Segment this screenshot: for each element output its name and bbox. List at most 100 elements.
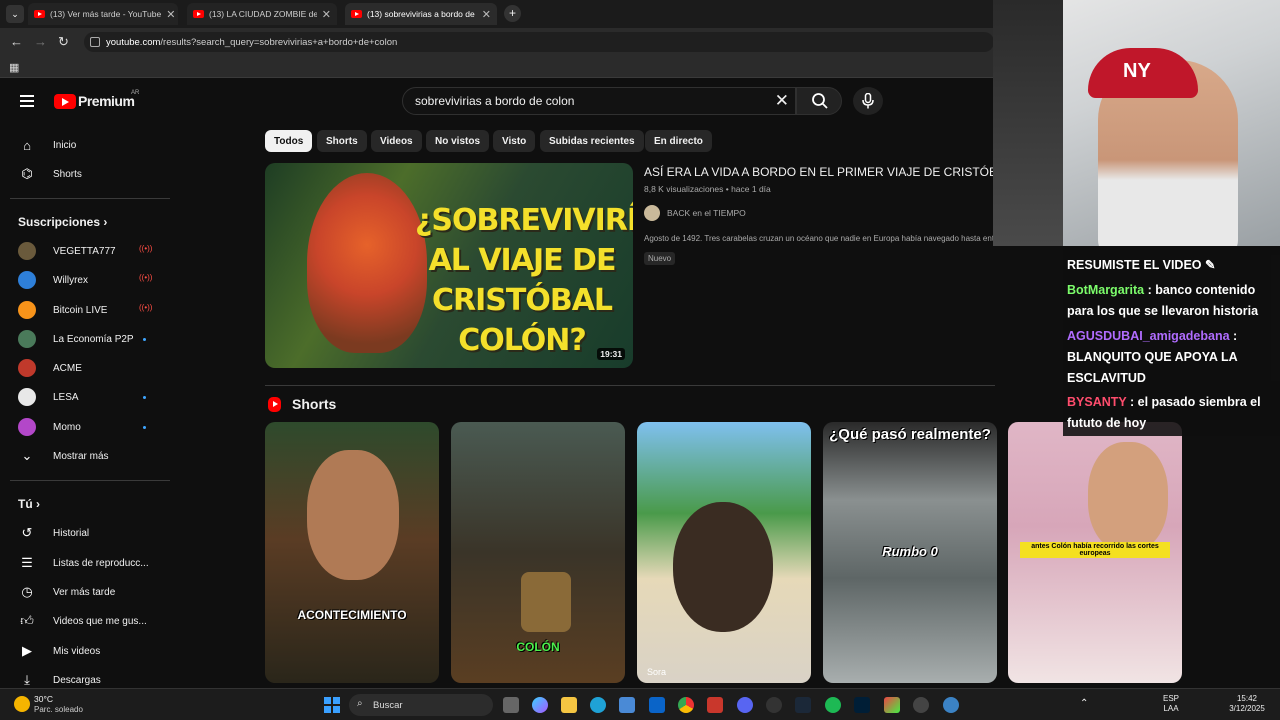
new-tab-button[interactable]: + [504, 5, 521, 22]
short-card[interactable]: COLÓN [451, 422, 625, 683]
url-field[interactable]: youtube.com/results?search_query=sobrevi… [84, 32, 994, 52]
copilot-icon[interactable] [532, 697, 548, 713]
task-view-icon[interactable] [503, 697, 519, 713]
sidebar-item-liked-videos[interactable]: 👍︎ Videos que me gus... [18, 612, 147, 630]
you-heading[interactable]: Tú › [18, 497, 40, 511]
tab-list-icon[interactable]: ⌄ [6, 5, 24, 23]
download-icon: ⤓ [24, 672, 30, 687]
search-button[interactable] [796, 87, 842, 115]
discord-icon[interactable] [737, 697, 753, 713]
chip-shorts[interactable]: Shorts [317, 130, 367, 152]
sidebar-subscription[interactable]: Bitcoin LIVE [18, 301, 107, 319]
sidebar-item-historial[interactable]: ↺ Historial [18, 524, 90, 542]
chip-videos[interactable]: Videos [371, 130, 422, 152]
chat-message-partial: RESUMISTE EL VIDEO ✎ [1067, 258, 1216, 272]
new-content-dot [143, 396, 146, 399]
app-icon[interactable] [884, 697, 900, 713]
close-tab-icon[interactable]: ✕ [482, 8, 491, 21]
photoshop-icon[interactable] [854, 697, 870, 713]
chat-username: AGUSDUBAI_amigadebana [1067, 329, 1230, 343]
short-caption: Rumbo 0 [882, 544, 938, 559]
close-tab-icon[interactable]: ✕ [322, 8, 331, 21]
video-title[interactable]: ASÍ ERA LA VIDA A BORDO EN EL PRIMER VIA… [644, 165, 994, 179]
chip-todos[interactable]: Todos [265, 130, 313, 152]
chip-no-vistos[interactable]: No vistos [426, 130, 490, 152]
thumbs-up-icon: 👍︎ [20, 613, 34, 628]
chip-subidas-recientes[interactable]: Subidas recientes [540, 130, 644, 152]
file-explorer-icon[interactable] [561, 697, 577, 713]
app-icon[interactable] [943, 697, 959, 713]
voice-search-button[interactable] [853, 87, 883, 115]
clock[interactable]: 15:42 3/12/2025 [1222, 694, 1272, 714]
windows-start-icon[interactable] [324, 697, 340, 713]
edge-icon[interactable] [590, 697, 606, 713]
short-card[interactable]: ¿Qué pasó realmente? Rumbo 0 [823, 422, 997, 683]
short-caption: ACONTECIMIENTO [297, 608, 407, 622]
app-icon[interactable] [766, 697, 782, 713]
sidebar-subscription[interactable]: ACME [18, 359, 82, 377]
show-hidden-icons[interactable]: ⌃ [1080, 698, 1088, 709]
browser-tab[interactable]: (13) Ver más tarde - YouTube ✕ [28, 3, 178, 25]
url-path: /results?search_query=sobrevivirias+a+bo… [160, 36, 398, 48]
short-card[interactable]: ACONTECIMIENTO [265, 422, 439, 683]
chat-username: BotMargarita [1067, 283, 1145, 297]
sidebar-item-my-videos[interactable]: ▶ Mis videos [18, 642, 100, 660]
youtube-favicon-icon [34, 10, 45, 18]
video-thumbnail[interactable]: ¿SOBREVIVIRÍAS AL VIAJE DE CRISTÓBAL COL… [265, 163, 633, 368]
sidebar-subscription[interactable]: La Economía P2P [18, 330, 134, 348]
chrome-icon[interactable] [678, 697, 694, 713]
short-card[interactable]: Sora [637, 422, 811, 683]
apps-grid-icon[interactable]: ▦ [9, 61, 19, 74]
reload-icon[interactable]: ↻ [58, 34, 69, 50]
history-icon: ↺ [21, 525, 33, 540]
forward-icon[interactable]: → [34, 34, 47, 49]
weather-icon[interactable] [14, 696, 30, 712]
sidebar-subscription[interactable]: Willyrex [18, 271, 88, 289]
close-tab-icon[interactable]: ✕ [166, 8, 175, 21]
search-icon [812, 93, 828, 109]
menu-icon[interactable] [20, 95, 34, 110]
sidebar-item-downloads[interactable]: ⤓ Descargas [18, 671, 101, 689]
sidebar-subscription[interactable]: LESA [18, 388, 79, 406]
live-indicator-icon: ((•)) [139, 244, 153, 253]
tab-title: (13) sobrevivirias a bordo de c... [367, 9, 477, 19]
search-icon: ⌕ [357, 698, 363, 709]
video-channel[interactable]: BACK en el TIEMPO [644, 205, 746, 221]
country-code: AR [131, 90, 140, 96]
chip-en-directo[interactable]: En directo [645, 130, 712, 152]
sidebar-divider [10, 480, 170, 481]
sidebar-subscription[interactable]: Momo [18, 418, 81, 436]
show-more-button[interactable]: ⌄ Mostrar más [18, 447, 109, 465]
sidebar-item-shorts[interactable]: ⌬ Shorts [18, 165, 82, 183]
channel-avatar [18, 388, 36, 406]
steam-icon[interactable] [795, 697, 811, 713]
short-caption-top: ¿Qué pasó realmente? [829, 426, 991, 443]
subscriptions-heading[interactable]: Suscripciones › [18, 215, 107, 229]
weather-temp[interactable]: 30°C [34, 694, 53, 704]
outlook-icon[interactable] [649, 697, 665, 713]
clear-search-icon[interactable]: ✕ [775, 91, 789, 111]
store-icon[interactable] [619, 697, 635, 713]
sidebar-item-watch-later[interactable]: ◷ Ver más tarde [18, 583, 115, 601]
browser-tab[interactable]: (13) LA CIUDAD ZOMBIE de US... ✕ [187, 3, 337, 25]
search-input[interactable]: sobrevivirias a bordo de colon ✕ [402, 87, 796, 115]
sidebar-item-inicio[interactable]: ⌂ Inicio [18, 136, 76, 154]
youtube-logo-text[interactable]: Premium [78, 93, 135, 109]
obs-icon[interactable] [913, 697, 929, 713]
thumbnail-text: ¿SOBREVIVIRÍAS AL VIAJE DE CRISTÓBAL COL… [415, 203, 633, 358]
back-icon[interactable]: ← [10, 34, 23, 49]
taskbar-search[interactable]: ⌕ Buscar [349, 694, 493, 716]
youtube-favicon-icon [193, 10, 204, 18]
app-icon[interactable] [707, 697, 723, 713]
browser-tab-active[interactable]: (13) sobrevivirias a bordo de c... ✕ [345, 3, 497, 25]
short-card[interactable]: antes Colón había recorrido las cortes e… [1008, 422, 1182, 683]
channel-avatar [18, 330, 36, 348]
sidebar-subscription[interactable]: VEGETTA777 [18, 242, 116, 260]
youtube-logo-icon[interactable] [54, 94, 76, 109]
site-info-icon[interactable] [90, 37, 100, 47]
webcam-shelf [993, 0, 1063, 246]
sidebar-item-playlists[interactable]: ☰ Listas de reproducc... [18, 554, 148, 572]
language-indicator[interactable]: ESP LAA [1163, 694, 1179, 714]
chip-visto[interactable]: Visto [493, 130, 536, 152]
spotify-icon[interactable] [825, 697, 841, 713]
